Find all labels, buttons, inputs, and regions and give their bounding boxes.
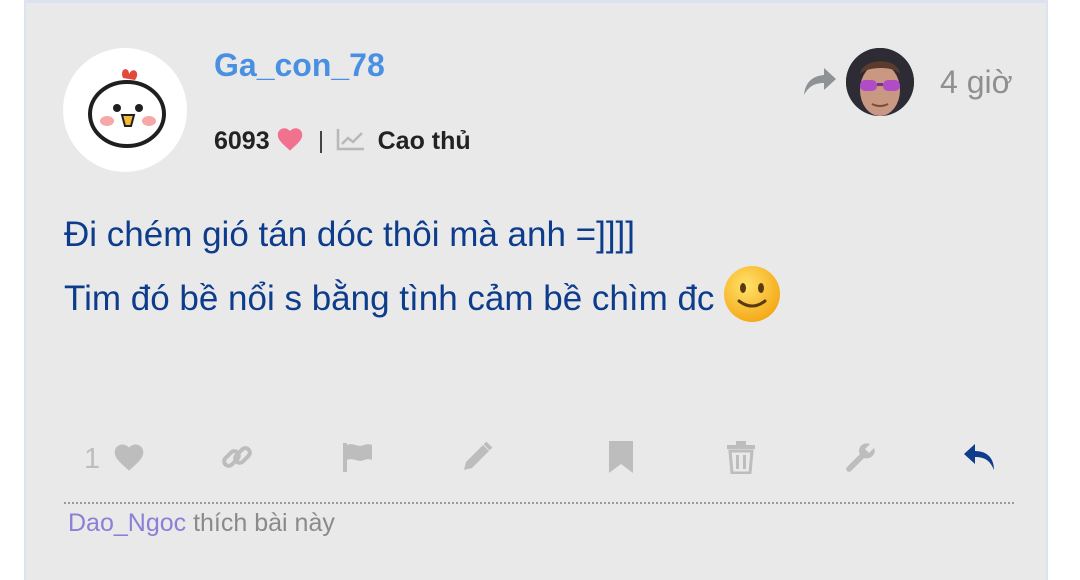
bookmark-icon <box>608 440 634 479</box>
tools-button[interactable] <box>844 436 878 482</box>
report-button[interactable] <box>340 436 374 482</box>
share-arrow-icon[interactable] <box>802 66 838 103</box>
liker-username-link[interactable]: Dao_Ngoc <box>68 509 186 537</box>
user-meta: 6093 Cao thủ <box>214 126 471 157</box>
likes-summary: Dao_Ngoc thích bài này <box>68 509 335 538</box>
post-content: Đi chém gió tán dóc thôi mà anh =]]]] Ti… <box>64 206 1004 342</box>
trend-chart-icon <box>336 127 366 156</box>
edit-button[interactable] <box>460 436 494 482</box>
link-button[interactable] <box>220 436 254 482</box>
like-button[interactable]: 1 <box>84 436 146 482</box>
post-card: Ga_con_78 6093 Cao thủ 4 giờ Đi chém gió… <box>24 0 1048 580</box>
heart-icon <box>276 126 304 157</box>
user-points: 6093 <box>214 127 270 155</box>
reply-icon <box>962 442 998 477</box>
flag-icon <box>340 440 374 479</box>
like-count: 1 <box>84 442 101 475</box>
content-line: Đi chém gió tán dóc thôi mà anh =]]]] <box>64 215 636 254</box>
top-border <box>26 0 1046 3</box>
slightly-smiling-face-icon <box>722 264 782 342</box>
chick-avatar-icon <box>88 69 166 148</box>
wrench-icon <box>844 440 878 479</box>
heart-icon <box>112 442 146 477</box>
bookmark-button[interactable] <box>608 436 634 482</box>
shared-user-avatar[interactable] <box>846 48 914 116</box>
likes-divider <box>64 502 1014 504</box>
user-rank: Cao thủ <box>377 127 471 155</box>
username-link[interactable]: Ga_con_78 <box>214 47 385 84</box>
pencil-icon <box>460 440 494 479</box>
post-time: 4 giờ <box>940 64 1013 100</box>
delete-button[interactable] <box>726 436 756 482</box>
content-line-with-emoji: Tim đó bề nổi s bằng tình cảm bề chìm đc <box>64 264 1004 342</box>
link-icon <box>220 440 254 479</box>
reply-button[interactable] <box>962 436 998 482</box>
trash-icon <box>726 440 756 479</box>
post-action-bar: 1 <box>84 436 994 482</box>
likes-summary-text: thích bài này <box>186 509 335 537</box>
user-avatar[interactable] <box>63 48 187 172</box>
meta-divider <box>319 130 322 153</box>
content-line: Tim đó bề nổi s bằng tình cảm bề chìm đc <box>64 279 715 318</box>
